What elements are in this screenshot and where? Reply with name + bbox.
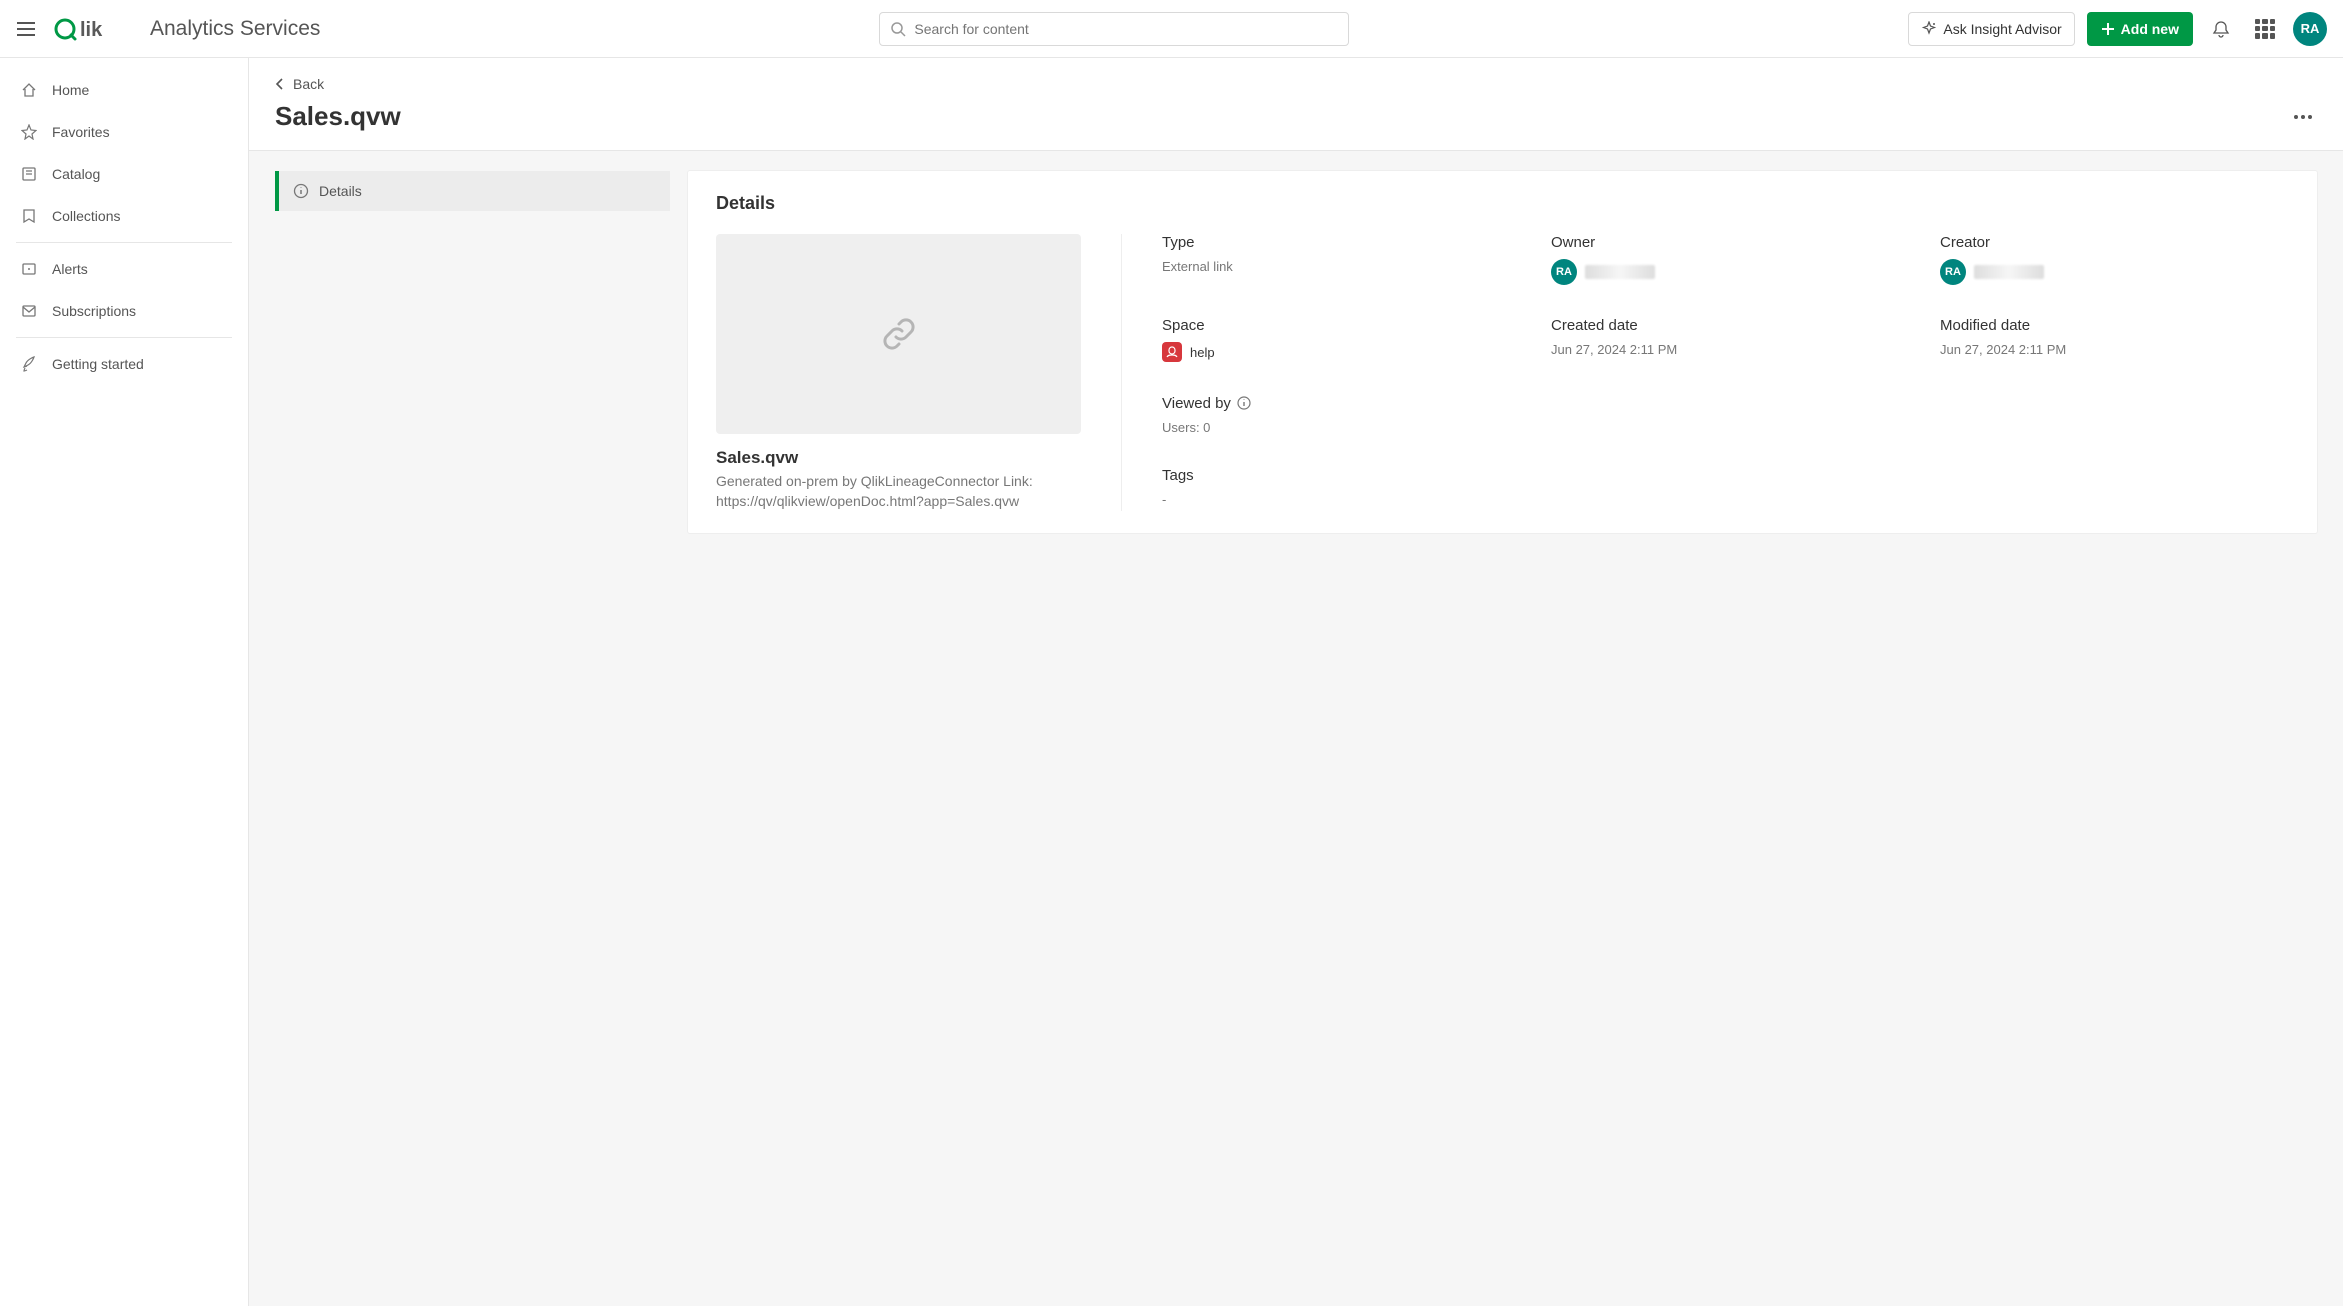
space-icon xyxy=(1162,342,1182,362)
apps-grid-icon xyxy=(2255,19,2275,39)
back-button[interactable]: Back xyxy=(275,76,324,92)
search-icon xyxy=(890,21,906,37)
meta-value: - xyxy=(1162,492,1511,507)
asset-title: Sales.qvw xyxy=(716,448,1081,468)
meta-label: Creator xyxy=(1940,234,2289,251)
home-icon xyxy=(20,81,38,99)
sidebar-item-catalog[interactable]: Catalog xyxy=(10,154,238,194)
creator-name-redacted xyxy=(1974,265,2044,279)
left-tab-panel: Details xyxy=(275,171,670,211)
nav-divider xyxy=(16,242,232,243)
back-label: Back xyxy=(293,76,324,92)
ask-insight-label: Ask Insight Advisor xyxy=(1943,21,2061,37)
nav-divider xyxy=(16,337,232,338)
sidebar-item-collections[interactable]: Collections xyxy=(10,196,238,236)
details-card: Details Sales.qvw Generated on-prem by Q… xyxy=(688,171,2317,533)
owner-avatar: RA xyxy=(1551,259,1577,285)
sidebar: Home Favorites Catalog Collections Aler xyxy=(0,58,249,1306)
meta-space: Space help xyxy=(1162,317,1511,366)
rocket-icon xyxy=(20,355,38,373)
meta-label: Type xyxy=(1162,234,1511,251)
star-icon xyxy=(20,123,38,141)
tab-details[interactable]: Details xyxy=(275,171,670,211)
search-input[interactable] xyxy=(914,21,1338,37)
topbar: lik Analytics Services Ask Insight Advis… xyxy=(0,0,2343,58)
preview-thumbnail xyxy=(716,234,1081,434)
qlik-logo[interactable]: lik xyxy=(54,15,124,43)
page-header: Back Sales.qvw xyxy=(249,58,2343,151)
meta-label: Tags xyxy=(1162,467,1511,484)
meta-value: Users: 0 xyxy=(1162,420,1511,435)
meta-creator: Creator RA xyxy=(1940,234,2289,289)
sidebar-item-label: Catalog xyxy=(52,166,100,182)
meta-label: Created date xyxy=(1551,317,1900,334)
sidebar-item-getting-started[interactable]: Getting started xyxy=(10,344,238,384)
meta-label: Space xyxy=(1162,317,1511,334)
subscriptions-icon xyxy=(20,302,38,320)
sparkle-icon xyxy=(1921,21,1937,37)
space-name[interactable]: help xyxy=(1190,345,1215,360)
ask-insight-advisor-button[interactable]: Ask Insight Advisor xyxy=(1908,12,2074,46)
info-icon xyxy=(293,183,309,199)
meta-tags: Tags - xyxy=(1162,467,1511,511)
add-new-label: Add new xyxy=(2121,21,2179,37)
alerts-icon xyxy=(20,260,38,278)
add-new-button[interactable]: Add new xyxy=(2087,12,2193,46)
sidebar-item-label: Favorites xyxy=(52,124,110,140)
meta-modified-date: Modified date Jun 27, 2024 2:11 PM xyxy=(1940,317,2289,366)
notifications-button[interactable] xyxy=(2205,13,2237,45)
main-content: Back Sales.qvw Details Details xyxy=(249,58,2343,1306)
plus-icon xyxy=(2101,22,2115,36)
meta-value: External link xyxy=(1162,259,1511,274)
sidebar-item-label: Home xyxy=(52,82,89,98)
meta-label: Viewed by xyxy=(1162,395,1231,412)
user-avatar[interactable]: RA xyxy=(2293,12,2327,46)
chevron-left-icon xyxy=(275,78,285,90)
sidebar-item-subscriptions[interactable]: Subscriptions xyxy=(10,291,238,331)
page-title: Sales.qvw xyxy=(275,101,401,132)
info-icon[interactable] xyxy=(1237,396,1251,410)
sidebar-item-label: Getting started xyxy=(52,356,144,372)
svg-text:lik: lik xyxy=(80,19,103,41)
meta-type: Type External link xyxy=(1162,234,1511,289)
tenant-name: Analytics Services xyxy=(150,17,320,41)
catalog-icon xyxy=(20,165,38,183)
meta-value: Jun 27, 2024 2:11 PM xyxy=(1940,342,2289,357)
sidebar-item-favorites[interactable]: Favorites xyxy=(10,112,238,152)
sidebar-item-alerts[interactable]: Alerts xyxy=(10,249,238,289)
meta-viewed-by: Viewed by Users: 0 xyxy=(1162,395,1511,439)
details-heading: Details xyxy=(716,193,2289,214)
collections-icon xyxy=(20,207,38,225)
meta-label: Owner xyxy=(1551,234,1900,251)
sidebar-item-label: Collections xyxy=(52,208,120,224)
sidebar-item-label: Subscriptions xyxy=(52,303,136,319)
link-icon xyxy=(879,314,919,354)
sidebar-item-home[interactable]: Home xyxy=(10,70,238,110)
meta-created-date: Created date Jun 27, 2024 2:11 PM xyxy=(1551,317,1900,366)
owner-name-redacted xyxy=(1585,265,1655,279)
meta-owner: Owner RA xyxy=(1551,234,1900,289)
more-actions-button[interactable] xyxy=(2289,110,2317,124)
tab-label: Details xyxy=(319,183,362,199)
sidebar-item-label: Alerts xyxy=(52,261,88,277)
asset-description: Generated on-prem by QlikLineageConnecto… xyxy=(716,472,1081,511)
meta-label: Modified date xyxy=(1940,317,2289,334)
menu-toggle[interactable] xyxy=(16,19,36,39)
meta-value: Jun 27, 2024 2:11 PM xyxy=(1551,342,1900,357)
search-box[interactable] xyxy=(879,12,1349,46)
creator-avatar: RA xyxy=(1940,259,1966,285)
app-launcher-button[interactable] xyxy=(2249,13,2281,45)
